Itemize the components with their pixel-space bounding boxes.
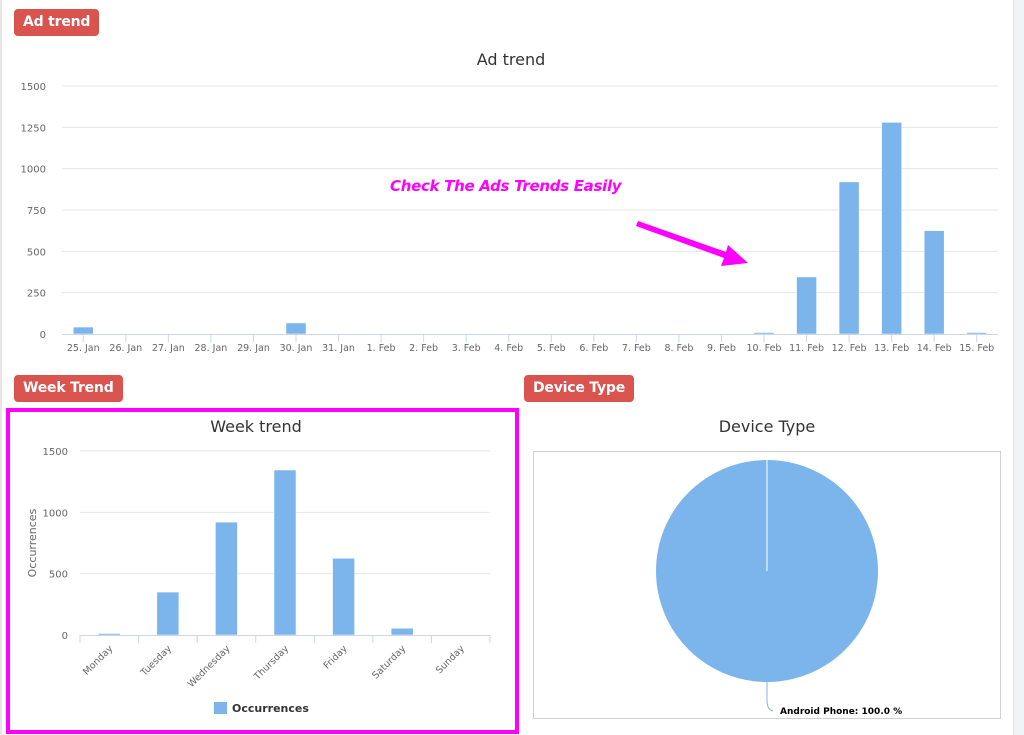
x-tick-label: 30. Jan bbox=[280, 343, 313, 354]
x-tick-label: 28. Jan bbox=[195, 343, 228, 354]
ad-trend-x-axis: 25. Jan 26. Jan 27. Jan 28. Jan 29. Jan 30. J… bbox=[62, 334, 998, 354]
annotation-text: Check The Ads Trends Easily bbox=[390, 177, 622, 195]
bar bbox=[753, 332, 775, 335]
ad-trend-bars bbox=[73, 122, 987, 335]
x-tick-label: 6. Feb bbox=[579, 343, 608, 354]
scrollbar-track[interactable] bbox=[1013, 0, 1024, 735]
x-tick-label: 8. Feb bbox=[664, 343, 693, 354]
x-tick-label: 5. Feb bbox=[537, 343, 566, 354]
bar bbox=[796, 276, 817, 335]
y-tick-label: 750 bbox=[27, 206, 46, 217]
x-tick-label: 15. Feb bbox=[959, 343, 994, 354]
x-tick-label: 11. Feb bbox=[789, 343, 824, 354]
bar bbox=[285, 322, 307, 335]
x-tick-label: 3. Feb bbox=[452, 343, 481, 354]
x-tick-label: 25. Jan bbox=[67, 343, 100, 354]
ad-trend-title: Ad trend bbox=[477, 50, 546, 69]
x-tick-label: 9. Feb bbox=[707, 343, 736, 354]
device-type-plot-frame bbox=[533, 451, 1001, 719]
x-tick-label: 27. Jan bbox=[152, 343, 185, 354]
x-tick-label: 7. Feb bbox=[622, 343, 651, 354]
y-tick-label: 1500 bbox=[21, 82, 46, 93]
x-tick-label: 13. Feb bbox=[874, 343, 909, 354]
x-tick-label: 14. Feb bbox=[917, 343, 952, 354]
y-tick-label: 500 bbox=[27, 247, 46, 258]
bar bbox=[73, 326, 94, 335]
device-type-title: Device Type bbox=[719, 417, 816, 436]
x-tick-label: 1. Feb bbox=[367, 343, 396, 354]
ad-trend-chart: Ad trend 0250500750100012501500 25. Jan 2… bbox=[21, 50, 998, 354]
week-trend-highlight-box bbox=[6, 408, 519, 734]
x-tick-label: 4. Feb bbox=[494, 343, 523, 354]
bar bbox=[838, 181, 860, 335]
bar bbox=[881, 122, 902, 335]
x-tick-label: 12. Feb bbox=[832, 343, 867, 354]
y-tick-label: 0 bbox=[40, 330, 46, 341]
y-tick-label: 1250 bbox=[21, 123, 46, 134]
y-tick-label: 250 bbox=[27, 289, 46, 300]
ad-trend-y-axis: 0 250 500 750 1000 1250 1500 bbox=[21, 82, 46, 341]
y-tick-label: 1000 bbox=[21, 165, 46, 176]
arrow-down-right-icon bbox=[636, 221, 748, 266]
bar bbox=[966, 332, 987, 335]
bar bbox=[923, 230, 945, 335]
x-tick-label: 2. Feb bbox=[409, 343, 438, 354]
x-tick-label: 29. Jan bbox=[237, 343, 270, 354]
x-tick-label: 10. Feb bbox=[747, 343, 782, 354]
x-tick-label: 26. Jan bbox=[109, 343, 142, 354]
x-tick-label: 31. Jan bbox=[322, 343, 355, 354]
